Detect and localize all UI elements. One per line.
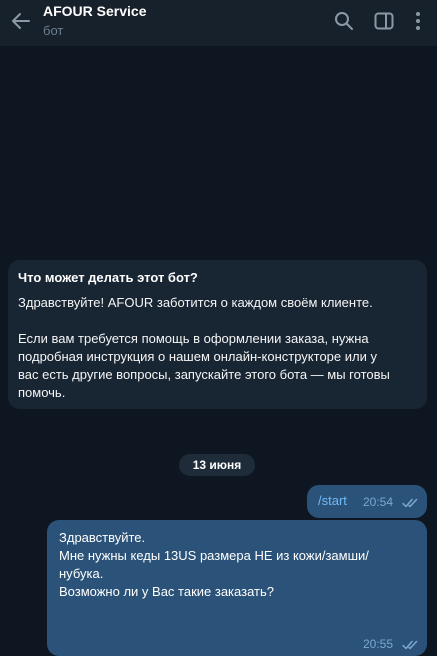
- bot-info-description-line: вас есть другие вопросы, запускайте этог…: [18, 367, 390, 382]
- message-text-line: Здравствуйте.: [59, 530, 146, 545]
- message-text-line: нубука.: [59, 566, 104, 581]
- search-button[interactable]: [331, 8, 357, 34]
- date-separator: 13 июня: [179, 454, 255, 476]
- chat-subtitle: бот: [43, 23, 64, 38]
- command-link[interactable]: /start: [318, 493, 347, 508]
- bot-info-description-line: Если вам требуется помощь в оформлении з…: [18, 331, 369, 346]
- chat-title[interactable]: AFOUR Service: [43, 3, 146, 19]
- search-icon: [335, 12, 353, 30]
- message-text-line: Возможно ли у Вас такие заказать?: [59, 584, 274, 599]
- outgoing-message[interactable]: /start 20:54: [307, 485, 427, 518]
- bot-info-card: Что может делать этот бот? Здравствуйте!…: [8, 260, 427, 409]
- bot-info-greeting: Здравствуйте! AFOUR заботится о каждом с…: [18, 295, 373, 310]
- back-button[interactable]: [6, 7, 36, 35]
- back-arrow-icon: [12, 13, 30, 29]
- outgoing-message[interactable]: Здравствуйте. Мне нужны кеды 13US размер…: [47, 520, 427, 656]
- bot-info-description-line: подробная инструкция о нашем онлайн-конс…: [18, 349, 377, 364]
- sidebar-toggle-button[interactable]: [371, 8, 397, 34]
- sidebar-panel-icon: [374, 12, 394, 30]
- message-text-line: Мне нужны кеды 13US размера НЕ из кожи/з…: [59, 548, 369, 563]
- more-vert-icon: [416, 12, 420, 30]
- double-check-icon: [402, 498, 418, 508]
- bot-info-description-line: помочь.: [18, 385, 66, 400]
- double-check-icon: [402, 640, 418, 650]
- message-time: 20:54: [363, 495, 394, 509]
- more-menu-button[interactable]: [405, 8, 431, 34]
- bot-info-title: Что может делать этот бот?: [18, 270, 198, 285]
- message-time: 20:55: [363, 637, 394, 651]
- chat-header: AFOUR Service бот: [0, 0, 437, 46]
- chat-area[interactable]: Что может делать этот бот? Здравствуйте!…: [0, 46, 437, 656]
